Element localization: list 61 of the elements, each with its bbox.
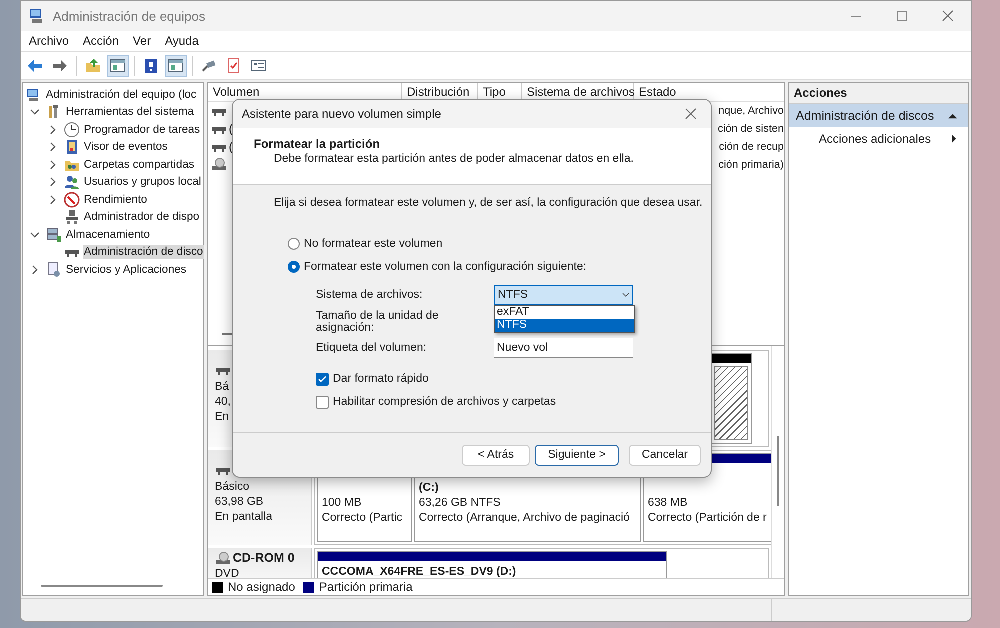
- checkbox-option[interactable]: Dar formato rápido: [316, 368, 711, 390]
- tree-item[interactable]: Administrador de dispo: [83, 210, 201, 224]
- tree-item[interactable]: Carpetas compartidas: [83, 158, 196, 172]
- dialog-subheading: Debe formatear esta partición antes de poder almacenar datos en ella.: [273, 153, 635, 165]
- disk-info: DVD: [215, 567, 240, 578]
- partition-info: 63,26 GB NTFS: [419, 496, 502, 511]
- tree-item[interactable]: Rendimiento: [83, 192, 148, 207]
- disk-info: Básico: [215, 480, 251, 495]
- dialog-heading: Formatear la partición: [254, 137, 382, 151]
- partition-info: Correcto (Partic: [322, 511, 404, 526]
- legend-label: Partición primaria: [319, 580, 413, 594]
- disk-name: CD-ROM 0: [233, 551, 295, 566]
- input-field[interactable]: Nuevo vol: [494, 338, 633, 358]
- dialog-button[interactable]: < Atrás: [462, 444, 530, 466]
- tree-item[interactable]: Herramientas del sistema: [65, 105, 196, 120]
- dropdown-option[interactable]: exFAT: [495, 306, 634, 320]
- column-header[interactable]: Estado: [634, 83, 784, 101]
- disk-info: 63,98 GB: [215, 495, 265, 510]
- disk-info: En pantalla: [215, 510, 274, 525]
- disk-info: En: [215, 410, 230, 425]
- menu-item[interactable]: Acción: [77, 34, 126, 48]
- disk-info: 40,: [215, 395, 232, 410]
- menu-item[interactable]: Archivo: [23, 34, 76, 48]
- window-title: Administración de equipos: [53, 8, 206, 24]
- menu-item[interactable]: Ayuda: [159, 34, 205, 48]
- radio-option[interactable]: Formatear este volumen con la configuración siguiente:: [274, 255, 711, 278]
- table-cell: ción de recup: [719, 141, 784, 153]
- menu-item[interactable]: Ver: [127, 34, 158, 48]
- tree-item[interactable]: Administración de disco: [83, 245, 204, 260]
- tree-item[interactable]: Visor de eventos: [83, 140, 169, 154]
- filesystem-dropdown[interactable]: NTFS: [494, 285, 633, 306]
- disk-info: Bá: [215, 380, 230, 395]
- partition-title: (C:): [419, 481, 440, 496]
- tree-item[interactable]: Administración del equipo (loc: [45, 88, 198, 102]
- radio-option[interactable]: No formatear este volumen: [274, 232, 711, 255]
- instruction-text: Elija si desea formatear este volumen y, de ser así, la configuración que desea usar.: [274, 197, 704, 211]
- actions-section[interactable]: Administración de discos: [789, 104, 968, 127]
- table-cell: nque, Archivo: [718, 105, 784, 117]
- dialog-button[interactable]: Cancelar: [628, 444, 701, 466]
- dropdown-option[interactable]: NTFS: [495, 319, 634, 332]
- field-label: Etiqueta del volumen:: [316, 342, 428, 354]
- partition-title: CCCOMA_X64FRE_ES-ES_DV9 (D:): [322, 565, 518, 578]
- dialog-title: Asistente para nuevo volumen simple: [242, 107, 442, 121]
- partition-block[interactable]: CCCOMA_X64FRE_ES-ES_DV9 (D:): [317, 551, 667, 578]
- field-label: Sistema de archivos:: [316, 289, 424, 302]
- field-label: Tamaño de la unidad de asignación:: [316, 310, 440, 334]
- table-cell: ción de sisten: [718, 123, 784, 135]
- actions-header: Acciones: [789, 83, 968, 104]
- checkbox-option[interactable]: Habilitar compresión de archivos y carpetas: [316, 390, 711, 414]
- partition-info: Correcto (Arranque, Archivo de paginació: [419, 511, 631, 526]
- tree-item[interactable]: Servicios y Aplicaciones: [65, 262, 188, 277]
- tree-item[interactable]: Programador de tareas: [83, 122, 202, 137]
- tree-item[interactable]: Almacenamiento: [65, 228, 152, 242]
- table-cell: ción primaria): [718, 159, 784, 171]
- actions-item[interactable]: Acciones adicionales: [789, 127, 968, 150]
- partition-info: 638 MB: [648, 496, 689, 511]
- dialog-button[interactable]: Siguiente >: [535, 444, 619, 466]
- legend-label: No asignado: [228, 580, 296, 594]
- partition-info: 100 MB: [322, 496, 363, 511]
- partition-info: Correcto (Partición de r: [648, 511, 768, 526]
- tree-item[interactable]: Usuarios y grupos local: [83, 175, 202, 190]
